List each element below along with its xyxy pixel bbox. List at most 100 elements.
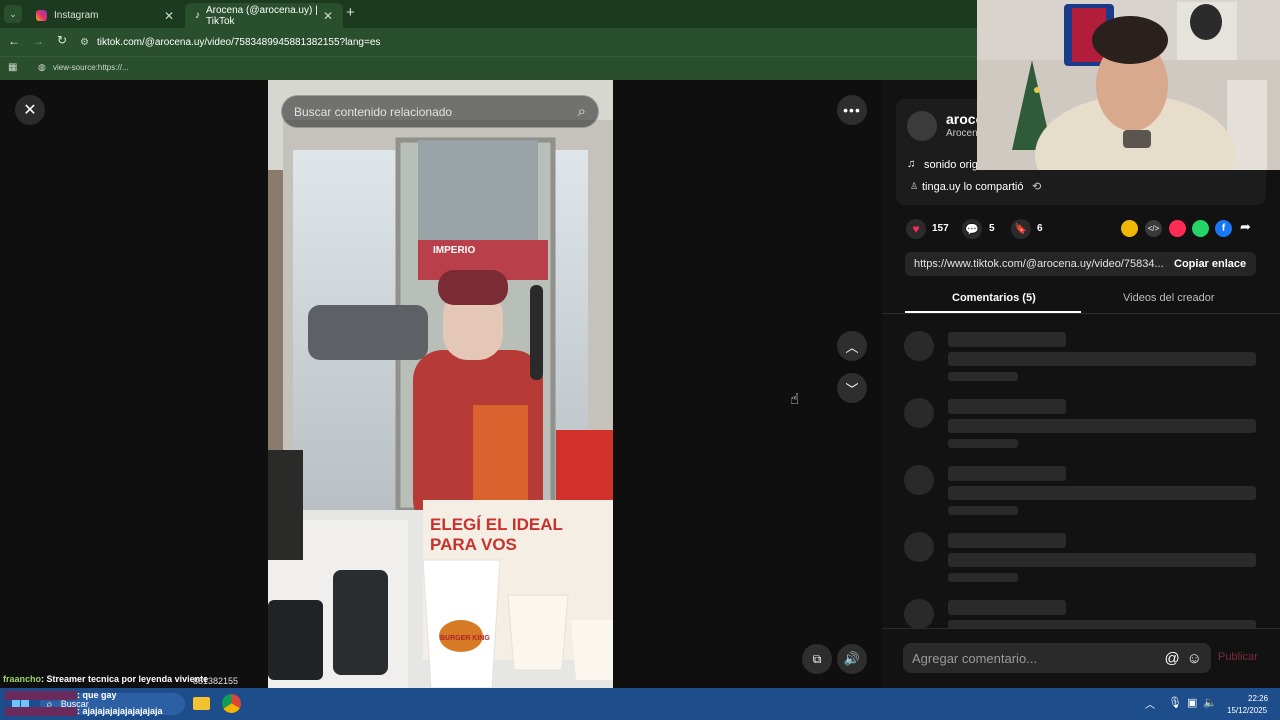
tab-label: Instagram (54, 10, 99, 21)
creator-handle: Arocen (946, 128, 978, 139)
picture-in-picture-button[interactable]: ⧉ (802, 644, 832, 674)
skeleton-line (948, 466, 1066, 481)
new-tab-plus-icon[interactable]: + (346, 4, 355, 21)
close-video-button[interactable]: ✕ (15, 95, 45, 125)
pip-icon: ⧉ (812, 651, 822, 666)
sound-name[interactable]: sonido orig (924, 159, 978, 171)
publish-button[interactable]: Publicar (1218, 651, 1258, 663)
skeleton-line (948, 553, 1256, 567)
skeleton-line (948, 352, 1256, 366)
chrome-icon[interactable] (222, 694, 241, 713)
save-button[interactable]: 🔖 (1011, 219, 1031, 239)
promo-sign-line-2: PARA VOS (430, 535, 517, 554)
webcam-illustration (977, 0, 1280, 170)
repost-icon: ⟲ (1032, 181, 1042, 193)
bookmark-view-source[interactable]: view-source:https://... (53, 63, 129, 72)
chat-text: : Streamer tecnica por leyenda viviente (41, 674, 209, 684)
apps-grid-icon[interactable]: ▦ (8, 62, 17, 73)
bookmark-icon: 🔖 (1014, 223, 1028, 235)
cup-brand: BURGER KING (440, 635, 490, 642)
skeleton-line (948, 332, 1066, 347)
clock-time[interactable]: 22:26 (1248, 694, 1268, 703)
chat-message: : que gay (5, 690, 117, 701)
url-text: tiktok.com/@arocena.uy/video/75834899458… (96, 36, 381, 48)
tray-chevron-icon[interactable]: ︿ (1145, 696, 1155, 711)
tab-tiktok[interactable]: ♪ Arocena (@arocena.uy) | TikTok ✕ (185, 3, 343, 28)
close-icon: ✕ (23, 102, 37, 119)
video-player[interactable]: IMPERIO ELEGÍ EL IDEAL PARA VOS BURGER K… (268, 80, 613, 688)
more-dots-icon: ••• (843, 102, 861, 118)
site-info-icon[interactable]: ⚙ (80, 37, 89, 48)
tab-label: Arocena (@arocena.uy) | TikTok (206, 4, 318, 27)
chat-username-redacted (5, 691, 77, 701)
save-count: 6 (1037, 223, 1043, 234)
back-arrow-icon[interactable]: ← (8, 34, 20, 48)
network-icon[interactable]: ▣ (1187, 696, 1197, 709)
mouse-cursor: ☝ (790, 391, 800, 408)
skeleton-avatar (904, 532, 934, 562)
skeleton-line (948, 419, 1256, 433)
instagram-icon (36, 10, 47, 21)
whatsapp-icon[interactable] (1192, 220, 1209, 237)
skeleton-avatar (904, 465, 934, 495)
search-icon[interactable]: ⌕ (578, 103, 586, 120)
related-search-input[interactable]: Buscar contenido relacionado ⌕ (281, 95, 599, 128)
comment-placeholder: Agregar comentario... (912, 650, 1038, 666)
repost-user-icon: ♙ (910, 181, 919, 191)
comment-input-divider (882, 628, 1280, 629)
forward-arrow-icon[interactable]: → (32, 34, 44, 48)
windows-taskbar: ⌕ Buscar ︿ 🎙 ▣ 🔈 22:26 15/12/2025 (0, 688, 1280, 720)
embed-code-icon[interactable]: </> (1145, 220, 1162, 237)
mention-icon[interactable]: @ (1164, 650, 1179, 667)
facebook-icon[interactable]: f (1215, 220, 1232, 237)
creator-avatar[interactable] (907, 111, 937, 141)
close-icon[interactable]: ✕ (323, 9, 333, 23)
copy-link-button[interactable]: Copiar enlace (1174, 258, 1246, 270)
music-note-icon: ♫ (907, 158, 916, 170)
comment-button[interactable]: 💬 (962, 219, 982, 239)
comment-input[interactable]: Agregar comentario... @ ☺ (903, 643, 1211, 673)
chat-username-redacted (5, 707, 77, 717)
skeleton-line (948, 439, 1018, 448)
address-bar[interactable]: ⚙ tiktok.com/@arocena.uy/video/758348994… (80, 32, 980, 52)
microphone-icon[interactable]: 🎙 (1168, 696, 1182, 709)
tab-creator-videos[interactable]: Videos del creador (1123, 292, 1215, 304)
send-to-friends-icon[interactable] (1169, 220, 1186, 237)
share-link-text: https://www.tiktok.com/@arocena.uy/video… (914, 258, 1164, 270)
emoji-icon[interactable]: ☺ (1187, 650, 1202, 667)
skeleton-line (948, 372, 1018, 381)
search-placeholder: Buscar contenido relacionado (294, 104, 453, 119)
skeleton-line (948, 620, 1256, 628)
chevron-up-icon: ︿ (845, 339, 859, 355)
tab-list-chevron-icon[interactable]: ⌄ (4, 5, 22, 23)
previous-video-button[interactable]: ︿ (837, 331, 867, 361)
clock-date[interactable]: 15/12/2025 (1227, 706, 1267, 715)
skeleton-line (948, 600, 1066, 615)
tab-instagram[interactable]: Instagram ✕ (26, 3, 184, 28)
speaker-icon: 🔊 (843, 651, 861, 666)
active-tab-underline (905, 311, 1081, 313)
volume-tray-icon[interactable]: 🔈 (1203, 696, 1217, 709)
share-arrow-icon[interactable]: ➦ (1240, 219, 1251, 235)
skeleton-avatar (904, 331, 934, 361)
heart-icon: ♥ (912, 222, 920, 236)
reload-icon[interactable]: ↻ (57, 33, 67, 47)
comment-bubble-icon: 💬 (965, 223, 979, 236)
store-sign: IMPERIO (433, 245, 475, 256)
close-icon[interactable]: ✕ (164, 9, 174, 23)
skeleton-line (948, 533, 1066, 548)
next-video-button[interactable]: ﹀ (837, 373, 867, 403)
chat-message: : ajajajajajajajajajaja (5, 706, 163, 717)
repost-share-icon[interactable] (1121, 220, 1138, 237)
like-button[interactable]: ♥ (906, 219, 926, 239)
skeleton-line (948, 573, 1018, 582)
chat-text: : que gay (77, 690, 117, 700)
chat-url-fragment: 881382155 (193, 676, 239, 686)
volume-button[interactable]: 🔊 (837, 644, 867, 674)
skeleton-line (948, 486, 1256, 500)
tab-comments[interactable]: Comentarios (5) (952, 292, 1036, 304)
comment-count: 5 (989, 223, 995, 234)
tiktok-icon: ♪ (195, 10, 200, 21)
file-explorer-icon[interactable] (193, 697, 210, 710)
more-options-button[interactable]: ••• (837, 95, 867, 125)
